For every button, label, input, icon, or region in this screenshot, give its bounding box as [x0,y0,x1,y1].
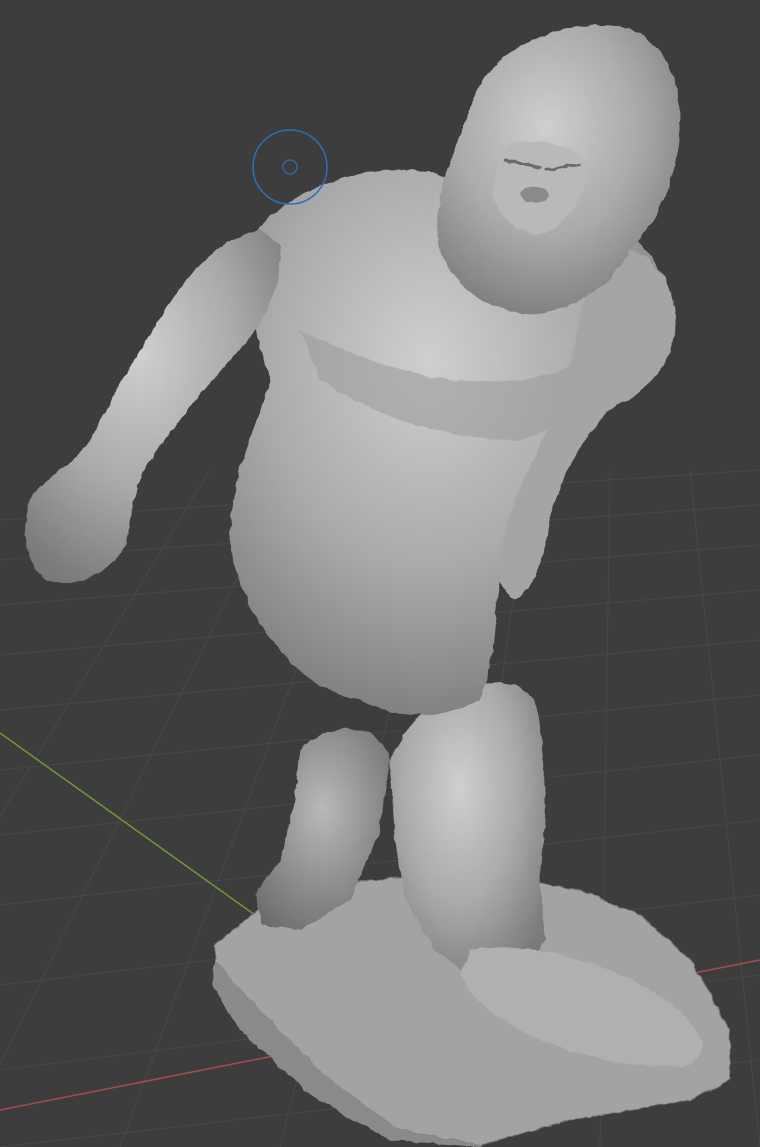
y-axis-line [0,732,256,916]
sculpt-mesh[interactable] [25,25,731,1147]
viewport-canvas[interactable] [0,0,760,1147]
brush-cursor-icon[interactable] [252,129,328,205]
3d-viewport[interactable] [0,0,760,1147]
